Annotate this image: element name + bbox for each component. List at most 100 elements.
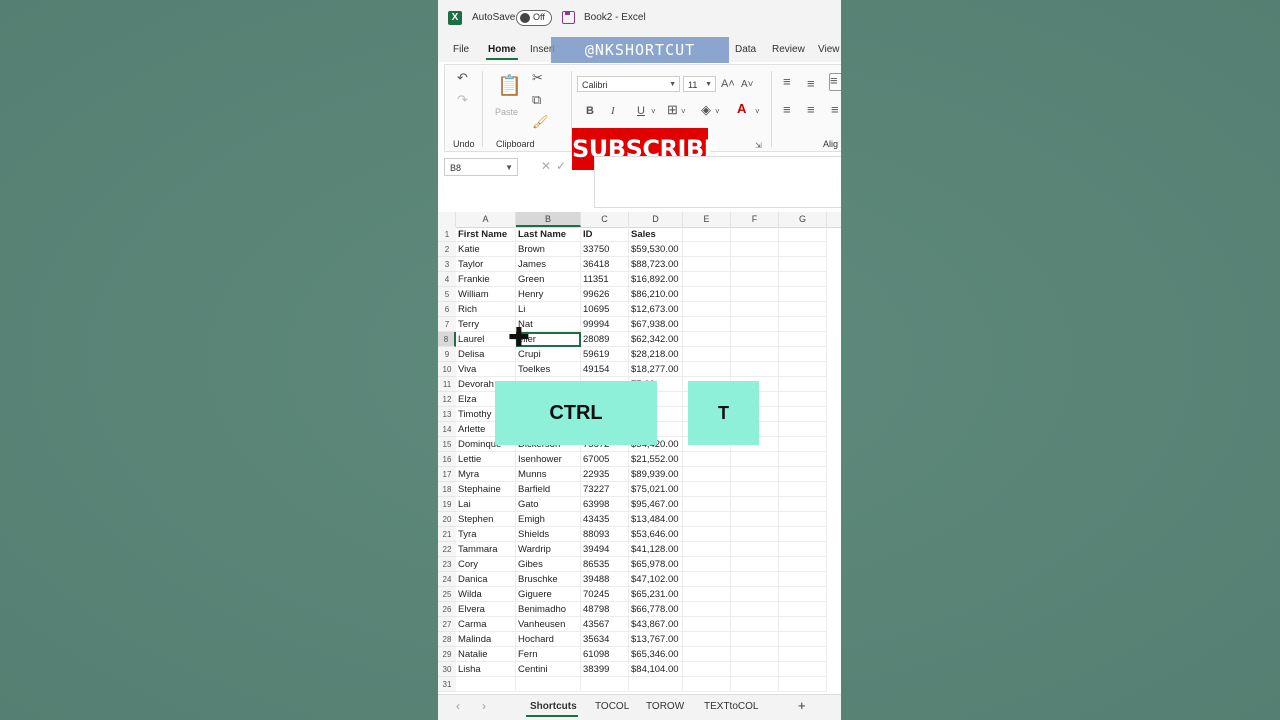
- row-header[interactable]: 20: [438, 512, 456, 527]
- table-cell[interactable]: [683, 257, 731, 272]
- tab-view[interactable]: View: [818, 44, 840, 55]
- table-cell[interactable]: 35634: [581, 632, 629, 647]
- table-cell[interactable]: 33750: [581, 242, 629, 257]
- row-header[interactable]: 19: [438, 497, 456, 512]
- row-header[interactable]: 2: [438, 242, 456, 257]
- header-cell[interactable]: First Name: [456, 227, 516, 242]
- table-cell[interactable]: [731, 587, 779, 602]
- table-cell[interactable]: [731, 257, 779, 272]
- sheet-tab-torow[interactable]: TOROW: [646, 701, 684, 712]
- table-cell[interactable]: $13,767.00: [629, 632, 683, 647]
- table-cell[interactable]: Centini: [516, 662, 581, 677]
- table-cell[interactable]: Toelkes: [516, 362, 581, 377]
- row-header[interactable]: 27: [438, 617, 456, 632]
- header-cell[interactable]: Sales: [629, 227, 683, 242]
- column-header-g[interactable]: G: [779, 212, 827, 227]
- column-header-f[interactable]: F: [731, 212, 779, 227]
- row-header[interactable]: 3: [438, 257, 456, 272]
- table-cell[interactable]: 70245: [581, 587, 629, 602]
- table-cell[interactable]: 11351: [581, 272, 629, 287]
- table-cell[interactable]: Elvera: [456, 602, 516, 617]
- table-cell[interactable]: $16,892.00: [629, 272, 683, 287]
- table-cell[interactable]: Munns: [516, 467, 581, 482]
- table-cell[interactable]: [779, 452, 827, 467]
- table-cell[interactable]: [779, 242, 827, 257]
- table-cell[interactable]: Katie: [456, 242, 516, 257]
- table-cell[interactable]: [779, 572, 827, 587]
- increase-font-icon[interactable]: A˄: [721, 77, 735, 91]
- table-cell[interactable]: [731, 662, 779, 677]
- table-cell[interactable]: [779, 512, 827, 527]
- table-cell[interactable]: Lisha: [456, 662, 516, 677]
- tab-data[interactable]: Data: [735, 44, 756, 55]
- paste-icon[interactable]: 📋: [497, 75, 522, 97]
- table-cell[interactable]: [731, 542, 779, 557]
- table-cell[interactable]: [683, 467, 731, 482]
- name-box[interactable]: B8 ▼: [444, 158, 518, 176]
- table-cell[interactable]: Viva: [456, 362, 516, 377]
- table-cell[interactable]: [779, 527, 827, 542]
- table-cell[interactable]: [779, 677, 827, 692]
- undo-icon[interactable]: ↶: [457, 71, 468, 85]
- table-cell[interactable]: [683, 497, 731, 512]
- borders-icon[interactable]: ⊞: [667, 103, 678, 117]
- table-cell[interactable]: 73227: [581, 482, 629, 497]
- table-cell[interactable]: [683, 647, 731, 662]
- table-cell[interactable]: 49154: [581, 362, 629, 377]
- fill-color-icon[interactable]: ◈: [701, 103, 711, 117]
- table-cell[interactable]: Tyra: [456, 527, 516, 542]
- align-right-icon[interactable]: ≡: [831, 103, 839, 117]
- table-cell[interactable]: [779, 257, 827, 272]
- table-cell[interactable]: [779, 602, 827, 617]
- table-cell[interactable]: [779, 437, 827, 452]
- row-header[interactable]: 14: [438, 422, 456, 437]
- table-cell[interactable]: Barfield: [516, 482, 581, 497]
- table-cell[interactable]: Giguere: [516, 587, 581, 602]
- select-all-corner[interactable]: [438, 212, 456, 227]
- tab-review[interactable]: Review: [772, 44, 805, 55]
- row-header[interactable]: 26: [438, 602, 456, 617]
- table-cell[interactable]: $59,530.00: [629, 242, 683, 257]
- table-cell[interactable]: [731, 272, 779, 287]
- table-cell[interactable]: Frankie: [456, 272, 516, 287]
- table-cell[interactable]: Henry: [516, 287, 581, 302]
- autosave-toggle[interactable]: Off: [516, 10, 552, 26]
- column-header-c[interactable]: C: [581, 212, 629, 227]
- table-cell[interactable]: Vanheusen: [516, 617, 581, 632]
- table-cell[interactable]: 39494: [581, 542, 629, 557]
- table-cell[interactable]: [683, 542, 731, 557]
- italic-button[interactable]: I: [611, 104, 615, 118]
- align-bottom-icon[interactable]: ≡: [829, 73, 841, 91]
- table-cell[interactable]: $18,277.00: [629, 362, 683, 377]
- table-cell[interactable]: $89,939.00: [629, 467, 683, 482]
- table-cell[interactable]: Stephen: [456, 512, 516, 527]
- table-cell[interactable]: Hochard: [516, 632, 581, 647]
- table-cell[interactable]: Delisa: [456, 347, 516, 362]
- table-cell[interactable]: [683, 617, 731, 632]
- table-cell[interactable]: [779, 662, 827, 677]
- table-cell[interactable]: Taylor: [456, 257, 516, 272]
- table-cell[interactable]: Wardrip: [516, 542, 581, 557]
- table-cell[interactable]: $65,231.00: [629, 587, 683, 602]
- table-cell[interactable]: [779, 422, 827, 437]
- table-cell[interactable]: $86,210.00: [629, 287, 683, 302]
- table-cell[interactable]: [683, 662, 731, 677]
- sheet-tab-tocol[interactable]: TOCOL: [595, 701, 629, 712]
- row-header[interactable]: 7: [438, 317, 456, 332]
- row-header[interactable]: 5: [438, 287, 456, 302]
- row-header[interactable]: 29: [438, 647, 456, 662]
- table-cell[interactable]: [629, 677, 683, 692]
- row-header[interactable]: 11: [438, 377, 456, 392]
- table-cell[interactable]: [779, 587, 827, 602]
- table-cell[interactable]: [779, 347, 827, 362]
- table-cell[interactable]: $65,346.00: [629, 647, 683, 662]
- table-cell[interactable]: 63998: [581, 497, 629, 512]
- table-cell[interactable]: 99626: [581, 287, 629, 302]
- row-header[interactable]: 4: [438, 272, 456, 287]
- table-cell[interactable]: [731, 647, 779, 662]
- table-cell[interactable]: 22935: [581, 467, 629, 482]
- table-cell[interactable]: [683, 302, 731, 317]
- table-cell[interactable]: William: [456, 287, 516, 302]
- table-cell[interactable]: [683, 677, 731, 692]
- table-cell[interactable]: Natalie: [456, 647, 516, 662]
